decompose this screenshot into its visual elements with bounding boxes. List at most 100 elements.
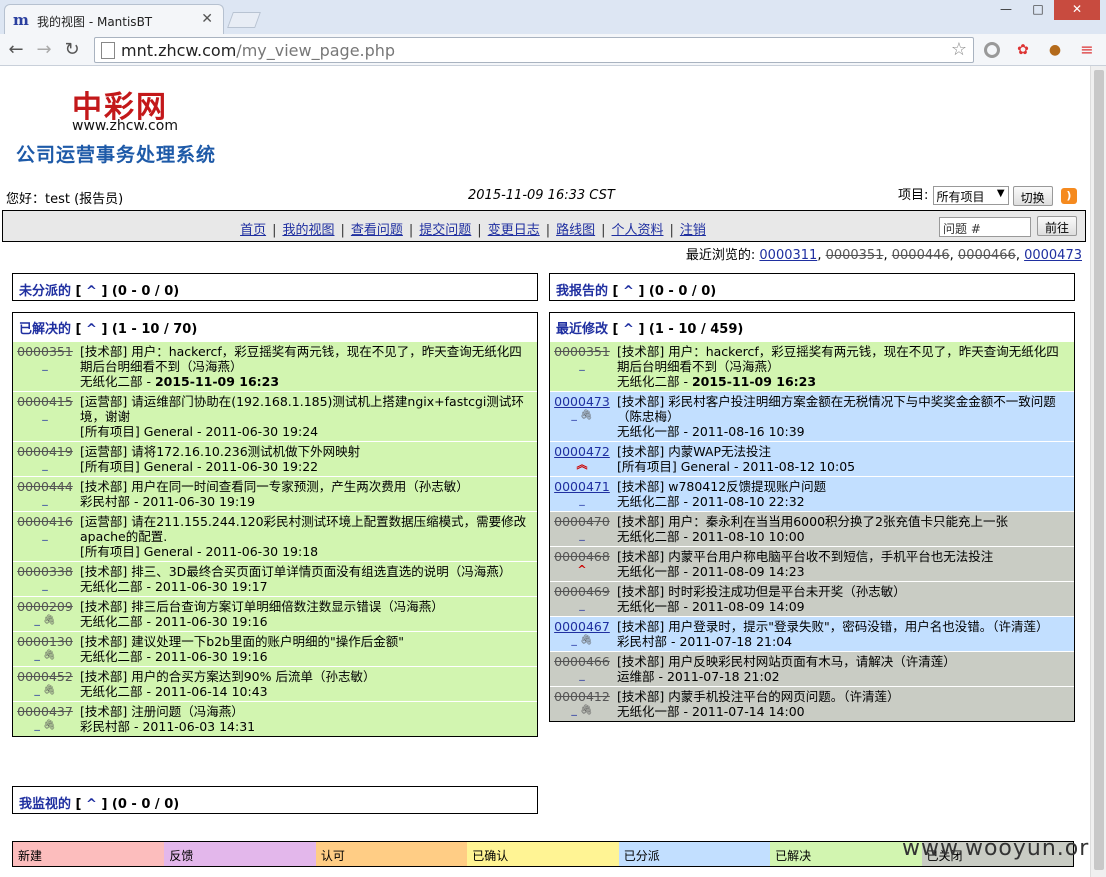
- menu-my-view[interactable]: 我的视图: [282, 223, 334, 238]
- menu-profile[interactable]: 个人资料: [612, 223, 664, 238]
- resolved-issue-row: 0000444 _ [技术部] 用户在同一时间查看同一专家预测，产生两次费用（孙志敏…: [13, 476, 537, 512]
- issue-summary-cell: [运营部] 请在211.155.244.120彩民村测试环境上配置数据压缩模式，…: [77, 511, 537, 562]
- rss-icon[interactable]: ): [1060, 187, 1077, 204]
- issue-icons: _ 🖇: [553, 409, 611, 423]
- menu-icon[interactable]: ≡: [1078, 41, 1096, 59]
- extension-circle-icon[interactable]: [984, 42, 1000, 58]
- menu-roadmap[interactable]: 路线图: [556, 223, 595, 238]
- forward-arrow-icon[interactable]: →: [32, 38, 56, 62]
- reported-link[interactable]: 我报告的: [556, 284, 608, 299]
- note-marker-icon[interactable]: _: [579, 358, 585, 371]
- legend-item: 已分派: [618, 842, 771, 866]
- recent-list: 0000311, 0000351, 0000446, 0000466, 0000…: [759, 248, 1082, 263]
- note-marker-icon[interactable]: _: [42, 528, 48, 541]
- issue-id-link[interactable]: 0000351: [17, 344, 73, 359]
- menu-report-issue[interactable]: 提交问题: [419, 223, 471, 238]
- watermark: www.wooyun.org: [902, 836, 1104, 861]
- reported-collapse[interactable]: ^: [623, 284, 634, 299]
- monitored-collapse[interactable]: ^: [86, 797, 97, 812]
- monitored-link[interactable]: 我监视的: [19, 797, 71, 812]
- menu-logout[interactable]: 注销: [680, 223, 706, 238]
- issue-project: 彩民村部 -: [617, 634, 680, 649]
- recent-issue-row: 0000467 _ 🖇 [技术部] 用户登录时，提示"登录失败"，密码没错，用户名也…: [550, 616, 1074, 652]
- cookie-icon[interactable]: ●: [1046, 41, 1064, 59]
- note-marker-icon[interactable]: _: [42, 458, 48, 471]
- reload-icon[interactable]: ↻: [60, 38, 84, 62]
- note-marker-icon[interactable]: _: [42, 493, 48, 506]
- unassigned-link[interactable]: 未分派的: [19, 284, 71, 299]
- new-tab-button[interactable]: [227, 12, 261, 28]
- issue-id-link[interactable]: 0000338: [17, 564, 73, 579]
- issue-id-link[interactable]: 0000416: [17, 514, 73, 529]
- unassigned-collapse[interactable]: ^: [86, 284, 97, 299]
- issue-id-link[interactable]: 0000468: [554, 549, 610, 564]
- issue-summary-cell: [技术部] 排三、3D最终合买页面订单详情页面没有组选直选的说明（冯海燕） 无纸化…: [77, 561, 537, 597]
- issue-id-link[interactable]: 0000467: [554, 619, 610, 634]
- user-greeting: 您好：test (报告员): [6, 192, 124, 207]
- maximize-icon[interactable]: □: [1022, 0, 1054, 20]
- issue-id-link[interactable]: 0000412: [554, 689, 610, 704]
- issue-number-input[interactable]: 问题 #: [939, 217, 1031, 237]
- recent-issue-link[interactable]: 0000351: [826, 248, 884, 263]
- issue-date: 2015-11-09 16:23: [691, 374, 817, 389]
- note-marker-icon[interactable]: _: [42, 408, 48, 421]
- issue-summary-cell: [技术部] 建议处理一下b2b里面的账户明细的"操作后金额" 无纸化二部 - 20…: [77, 631, 537, 667]
- menu-changelog[interactable]: 变更日志: [488, 223, 540, 238]
- issue-id-cell: 0000416 _: [13, 511, 77, 562]
- issue-id-link[interactable]: 0000473: [554, 394, 610, 409]
- issue-summary: [技术部] 用户：hackercf，彩豆摇奖有两元钱，现在不见了，昨天查询无纸化…: [617, 344, 1059, 374]
- note-marker-icon[interactable]: _: [579, 598, 585, 611]
- issue-project: [所有项目] General -: [80, 459, 206, 474]
- note-marker-icon[interactable]: _: [579, 528, 585, 541]
- recent-issue-row: 0000471 _ [技术部] w780412反馈提现账户问题 无纸化二部 - 201…: [550, 476, 1074, 512]
- issue-meta: 彩民村部 - 2011-06-03 14:31: [80, 719, 534, 734]
- page-scrollbar[interactable]: [1090, 66, 1106, 877]
- recent-issue-link[interactable]: 0000446: [892, 248, 950, 263]
- issue-id-link[interactable]: 0000437: [17, 704, 73, 719]
- note-marker-icon[interactable]: _: [42, 578, 48, 591]
- issue-id-link[interactable]: 0000452: [17, 669, 73, 684]
- issue-date: 2011-06-30 19:19: [142, 494, 256, 509]
- goto-issue-button[interactable]: 前往: [1037, 216, 1078, 236]
- back-arrow-icon[interactable]: ←: [4, 38, 28, 62]
- recent-issue-link[interactable]: 0000473: [1024, 248, 1082, 263]
- issue-id-link[interactable]: 0000471: [554, 479, 610, 494]
- switch-project-button[interactable]: 切换: [1012, 185, 1053, 206]
- issue-meta: 无纸化二部 - 2011-06-30 19:16: [80, 649, 534, 664]
- recently-modified-collapse[interactable]: ^: [623, 322, 634, 337]
- menu-view-issues[interactable]: 查看问题: [351, 223, 403, 238]
- resolved-link[interactable]: 已解决的: [19, 322, 71, 337]
- recent-issue-link[interactable]: 0000466: [958, 248, 1016, 263]
- minimize-icon[interactable]: —: [990, 0, 1022, 20]
- issue-id-link[interactable]: 0000469: [554, 584, 610, 599]
- issue-id-link[interactable]: 0000472: [554, 444, 610, 459]
- issue-meta: 无纸化二部 - 2011-08-10 22:32: [617, 494, 1071, 509]
- address-bar[interactable]: mnt.zhcw.com/my_view_page.php ☆: [94, 37, 974, 63]
- bookmark-star-icon[interactable]: ☆: [951, 39, 967, 60]
- recent-issue-link[interactable]: 0000311: [759, 248, 817, 263]
- extension-flower-icon[interactable]: ✿: [1014, 41, 1032, 59]
- note-marker-icon[interactable]: _: [42, 358, 48, 371]
- issue-id-cell: 0000415 _: [13, 391, 77, 442]
- issue-id-link[interactable]: 0000466: [554, 654, 610, 669]
- issue-id-link[interactable]: 0000419: [17, 444, 73, 459]
- issue-id-link[interactable]: 0000470: [554, 514, 610, 529]
- issue-id-link[interactable]: 0000130: [17, 634, 73, 649]
- issue-id-link[interactable]: 0000351: [554, 344, 610, 359]
- project-select[interactable]: 所有项目 ▼: [932, 186, 1009, 205]
- browser-tab[interactable]: m 我的视图 - MantisBT ✕: [4, 4, 224, 34]
- issue-summary: [技术部] 内蒙手机投注平台的网页问题。（许清莲）: [617, 689, 900, 704]
- issue-icons: _ 🖇: [16, 614, 74, 628]
- scrollbar-thumb[interactable]: [1094, 70, 1104, 870]
- issue-summary: [技术部] 注册问题（冯海燕）: [80, 704, 244, 719]
- issue-id-link[interactable]: 0000209: [17, 599, 73, 614]
- menu-home[interactable]: 首页: [240, 223, 266, 238]
- resolved-collapse[interactable]: ^: [86, 322, 97, 337]
- note-marker-icon[interactable]: _: [579, 493, 585, 506]
- note-marker-icon[interactable]: _: [579, 668, 585, 681]
- tab-close-icon[interactable]: ✕: [201, 11, 213, 27]
- issue-id-link[interactable]: 0000444: [17, 479, 73, 494]
- window-close-icon[interactable]: ✕: [1054, 0, 1100, 20]
- recently-modified-link[interactable]: 最近修改: [556, 322, 608, 337]
- issue-id-link[interactable]: 0000415: [17, 394, 73, 409]
